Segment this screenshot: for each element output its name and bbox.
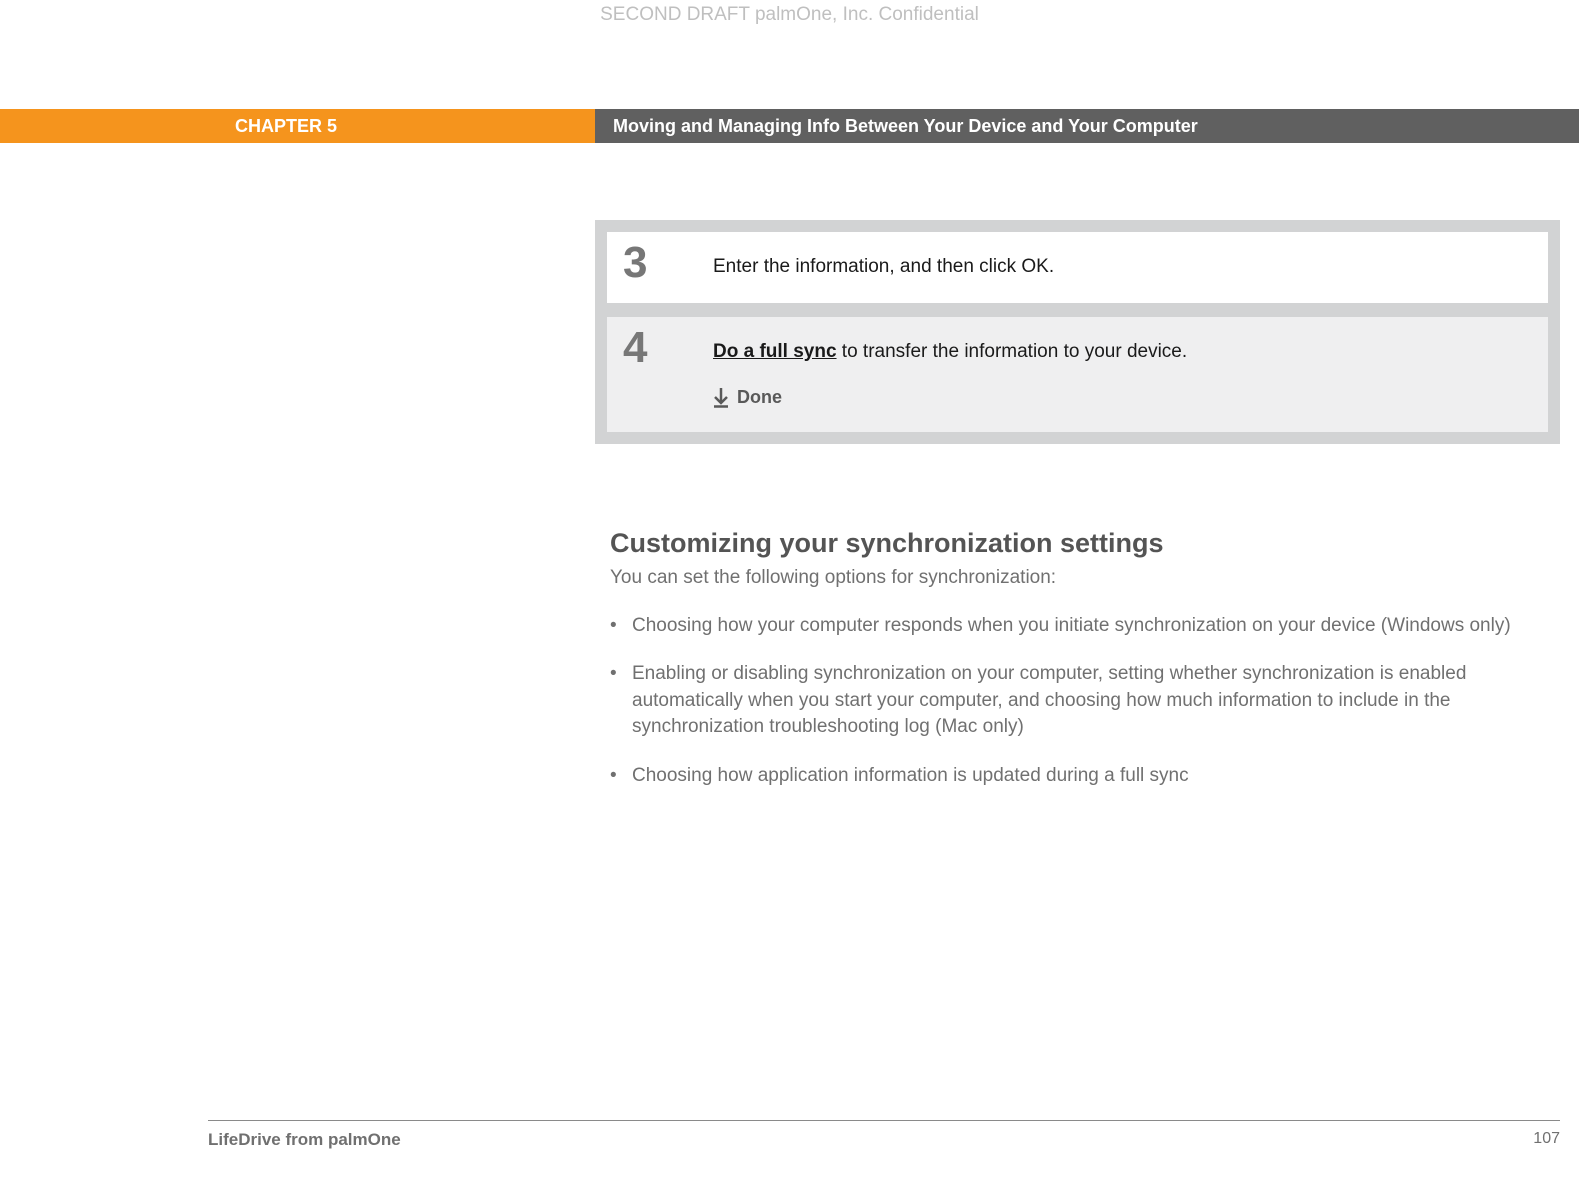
bullet-dot-icon: • (610, 763, 632, 790)
draft-header-text: SECOND DRAFT palmOne, Inc. Confidential (0, 4, 1579, 26)
footer-rule (208, 1120, 1560, 1121)
chapter-title: Moving and Managing Info Between Your De… (595, 109, 1579, 143)
step-3-number: 3 (607, 232, 713, 303)
steps-container: 3 Enter the information, and then click … (595, 220, 1560, 444)
step-3-text: Enter the information, and then click OK… (713, 232, 1548, 303)
step-4-content: Do a full sync to transfer the informati… (713, 317, 1548, 433)
step-4-row: 4 Do a full sync to transfer the informa… (607, 317, 1548, 433)
body-text-region: Customizing your synchronization setting… (610, 528, 1550, 812)
do-a-full-sync-link[interactable]: Do a full sync (713, 341, 837, 362)
bullet-item: • Enabling or disabling synchronization … (610, 661, 1550, 741)
step-4-text-rest: to transfer the information to your devi… (837, 341, 1188, 362)
chapter-bar: CHAPTER 5 Moving and Managing Info Betwe… (0, 109, 1579, 143)
page-number: 107 (1533, 1130, 1560, 1150)
down-arrow-icon (713, 388, 729, 408)
bullet-2-text: Enabling or disabling synchronization on… (632, 661, 1550, 741)
footer-product-name: LifeDrive from palmOne (208, 1130, 401, 1150)
footer: LifeDrive from palmOne 107 (208, 1130, 1560, 1150)
bullet-item: • Choosing how your computer responds wh… (610, 613, 1550, 640)
bullet-item: • Choosing how application information i… (610, 763, 1550, 790)
done-row: Done (713, 385, 1528, 410)
section-intro: You can set the following options for sy… (610, 565, 1550, 591)
chapter-label: CHAPTER 5 (0, 109, 595, 143)
bullet-dot-icon: • (610, 661, 632, 741)
bullet-3-text: Choosing how application information is … (632, 763, 1189, 790)
bullet-dot-icon: • (610, 613, 632, 640)
section-heading: Customizing your synchronization setting… (610, 528, 1550, 559)
bullet-1-text: Choosing how your computer responds when… (632, 613, 1511, 640)
step-4-number: 4 (607, 317, 713, 433)
done-label: Done (737, 385, 782, 410)
step-3-row: 3 Enter the information, and then click … (607, 232, 1548, 303)
